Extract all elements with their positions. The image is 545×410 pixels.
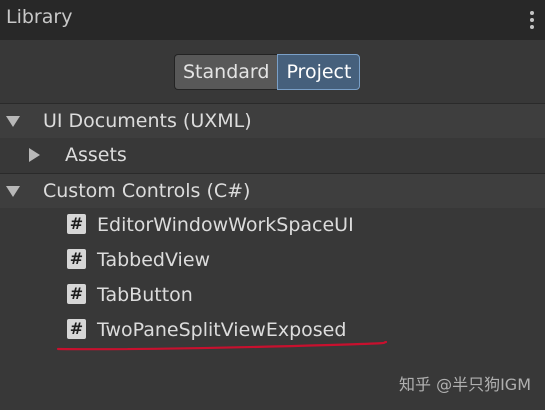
red-underline-annotation xyxy=(56,340,388,351)
library-panel: Library Standard Project UI Documents (U… xyxy=(0,0,545,410)
watermark: 知乎 @半只狗IGM xyxy=(398,375,531,394)
